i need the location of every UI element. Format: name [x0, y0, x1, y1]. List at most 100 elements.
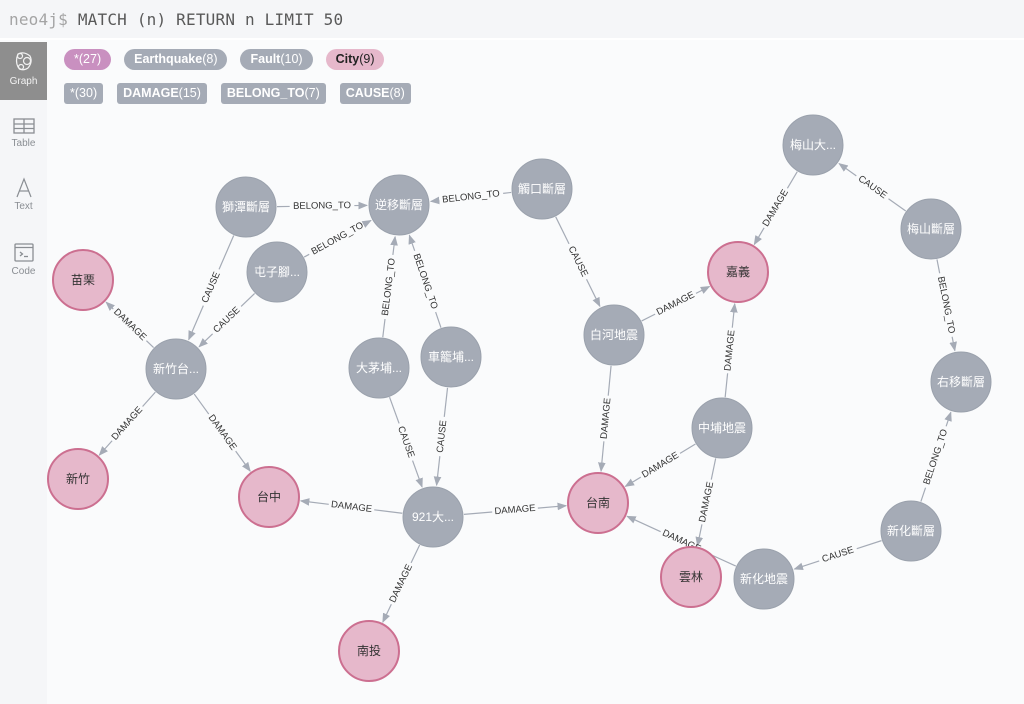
- graph-node-fault[interactable]: 觸口斷層: [511, 158, 573, 220]
- node-label: 雲林: [679, 570, 703, 584]
- relationship-edge[interactable]: BELONG_TO: [429, 188, 512, 206]
- node-label-pill-earthquake[interactable]: Earthquake(8): [124, 49, 228, 70]
- edge-line: [410, 544, 421, 564]
- node-label-pill-city[interactable]: City(9): [325, 49, 385, 70]
- rel-type-pill-belong-to[interactable]: BELONG_TO(7): [220, 83, 326, 104]
- relationship-edge[interactable]: BELONG_TO: [276, 200, 368, 212]
- graph-node-fault[interactable]: 梅山斷層: [900, 198, 962, 260]
- relationship-edge[interactable]: CAUSE: [388, 396, 423, 488]
- edge-label: CAUSE: [856, 173, 889, 201]
- graph-node-city[interactable]: 嘉義: [707, 241, 769, 303]
- graph-node-city[interactable]: 南投: [338, 620, 400, 682]
- sidebar-label-table: Table: [11, 138, 36, 149]
- edge-arrow: [429, 196, 440, 205]
- edge-label: BELONG_TO: [442, 188, 501, 205]
- edge-line: [786, 171, 798, 189]
- edge-arrow: [98, 440, 113, 456]
- relationship-edge[interactable]: DAMAGE: [598, 365, 614, 473]
- rel-type-pill-all[interactable]: *(30): [64, 83, 104, 104]
- graph-node-city[interactable]: 苗栗: [52, 249, 114, 311]
- relationship-edge[interactable]: DAMAGE: [641, 285, 711, 322]
- sidebar-item-table[interactable]: Table: [0, 108, 47, 166]
- node-label: 大茅埔...: [356, 361, 402, 375]
- node-label-pill-all[interactable]: *(27): [64, 49, 112, 70]
- sidebar-item-graph[interactable]: Graph: [0, 42, 47, 100]
- query-editor[interactable]: neo4j$ MATCH (n) RETURN n LIMIT 50: [0, 0, 1024, 40]
- relationship-edge[interactable]: CAUSE: [838, 163, 907, 212]
- graph-node-earthquake[interactable]: 新化地震: [733, 548, 795, 610]
- edge-arrow: [838, 163, 857, 177]
- edge-label: CAUSE: [200, 270, 223, 304]
- relationship-edge[interactable]: BELONG_TO: [935, 259, 957, 352]
- sidebar-label-code: Code: [11, 266, 36, 277]
- edge-arrow: [626, 515, 661, 533]
- edge-arrow: [624, 476, 642, 487]
- relationship-edge[interactable]: DAMAGE: [624, 443, 696, 487]
- relationship-edge[interactable]: DAMAGE: [382, 544, 421, 623]
- graph-node-earthquake[interactable]: 921大...: [402, 486, 464, 548]
- edge-arrow: [753, 227, 765, 246]
- node-label: 台中: [257, 489, 281, 504]
- edge-label: BELONG_TO: [921, 428, 950, 486]
- edge-label: BELONG_TO: [380, 258, 398, 317]
- relationship-edge[interactable]: BELONG_TO: [380, 235, 398, 338]
- graph-node-city[interactable]: 台中: [238, 466, 300, 528]
- relationship-edge[interactable]: DAMAGE: [753, 171, 798, 246]
- graph-node-city[interactable]: 台南: [567, 472, 629, 534]
- relationship-edge[interactable]: DAMAGE: [722, 302, 738, 398]
- edge-label: DAMAGE: [655, 289, 697, 317]
- graph-node-city[interactable]: 新竹: [47, 448, 109, 510]
- relationship-edge[interactable]: DAMAGE: [695, 458, 717, 547]
- edge-arrow: [433, 456, 442, 487]
- graph-node-fault[interactable]: 屯子腳...: [246, 241, 308, 303]
- graph-node-fault[interactable]: 逆移斷層: [368, 174, 430, 236]
- edge-label: CAUSE: [821, 545, 856, 566]
- edge-line: [145, 340, 155, 349]
- view-sidebar: Graph Table Text Code: [0, 42, 47, 704]
- relationship-edge[interactable]: CAUSE: [793, 540, 882, 571]
- rel-type-pill-cause[interactable]: CAUSE(8): [339, 83, 411, 104]
- relationship-edge[interactable]: BELONG_TO: [920, 411, 952, 502]
- graph-node-earthquake[interactable]: 梅山大...: [782, 114, 844, 176]
- graph-node-fault[interactable]: 右移斷層: [930, 351, 992, 413]
- nodes-layer: 獅潭斷層 逆移斷層 觸口斷層屯子腳... 苗栗新竹台... 大茅埔... 車籠埔... 新竹…: [47, 114, 992, 682]
- relationship-edge[interactable]: CAUSE: [555, 216, 601, 308]
- graph-node-earthquake[interactable]: 白河地震: [583, 304, 645, 366]
- node-label: 梅山斷層: [907, 221, 955, 236]
- relationship-edge[interactable]: BELONG_TO: [408, 234, 442, 328]
- sidebar-item-text[interactable]: Text: [0, 169, 47, 227]
- edge-label: DAMAGE: [761, 188, 791, 229]
- graph-node-earthquake[interactable]: 中埔地震: [691, 397, 753, 459]
- graph-node-fault[interactable]: 獅潭斷層: [215, 176, 277, 238]
- node-label-pill-fault[interactable]: Fault(10): [240, 49, 313, 70]
- relationship-edge[interactable]: DAMAGE: [105, 301, 155, 349]
- graph-node-fault[interactable]: 車籠埔...: [420, 326, 482, 388]
- graph-node-city[interactable]: 雲林: [660, 546, 722, 608]
- edge-line: [218, 235, 235, 270]
- edge-line: [388, 396, 400, 424]
- node-label: 觸口斷層: [518, 181, 566, 196]
- rel-type-pill-damage[interactable]: DAMAGE(15): [117, 83, 207, 104]
- graph-node-fault[interactable]: 新化斷層: [880, 500, 942, 562]
- relationship-edge[interactable]: CAUSE: [433, 387, 450, 487]
- graph-node-fault[interactable]: 大茅埔...: [348, 337, 410, 399]
- relationship-edge[interactable]: DAMAGE: [98, 391, 156, 456]
- edge-line: [679, 443, 696, 454]
- relationship-edge[interactable]: DAMAGE: [463, 502, 568, 517]
- relationship-edge[interactable]: DAMAGE: [193, 393, 251, 472]
- edge-arrow: [408, 234, 416, 252]
- table-icon: [12, 118, 35, 134]
- node-label: 右移斷層: [937, 374, 985, 389]
- node-label: 新竹: [66, 471, 90, 486]
- graph-node-earthquake[interactable]: 新竹台...: [145, 338, 207, 400]
- relationship-edge[interactable]: BELONG_TO: [303, 219, 372, 258]
- text-icon: [15, 177, 32, 198]
- sidebar-item-code[interactable]: Code: [0, 234, 47, 292]
- edge-arrow: [198, 333, 214, 348]
- graph-canvas[interactable]: BELONG_TO BELONG_TO BELONG_TO BELONG_TO BELO…: [47, 110, 1024, 704]
- relationship-edge[interactable]: DAMAGE: [299, 498, 403, 515]
- query-text[interactable]: neo4j$ MATCH (n) RETURN n LIMIT 50: [9, 10, 343, 29]
- relationship-type-legend: *(30) DAMAGE(15) BELONG_TO(7) CAUSE(8): [64, 83, 425, 104]
- edge-arrow: [105, 301, 116, 311]
- edge-label: CAUSE: [435, 420, 450, 454]
